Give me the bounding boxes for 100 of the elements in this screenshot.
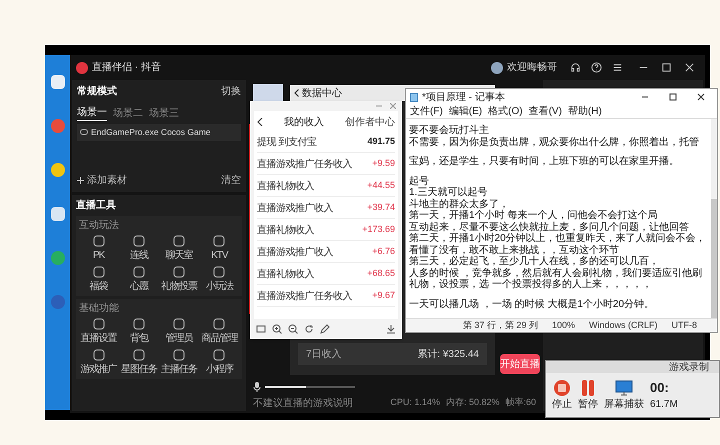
tool-button[interactable]: 小程序 xyxy=(200,349,239,377)
recorder-button[interactable]: 暂停 xyxy=(578,378,598,412)
status-text: 100% xyxy=(552,318,575,332)
user-greeting: 欢迎晦畅哥 xyxy=(507,60,557,75)
text-line: 一天可以播几场 ，一场 的时候 大概是1个小时20分钟。 xyxy=(409,298,656,310)
app-logo-icon xyxy=(76,62,88,74)
stat-text: 内存: 50.82% xyxy=(446,396,500,410)
tool-button[interactable]: 管理员 xyxy=(160,318,199,346)
text-line: 不需要，因为你是负责出牌，观众要你出什么牌，你照着出，托管 xyxy=(409,136,700,148)
monitor-icon[interactable] xyxy=(256,324,266,334)
tool-button[interactable]: 福袋 xyxy=(79,266,118,294)
menu-item[interactable]: 编辑(E) xyxy=(448,104,482,119)
income-row[interactable]: 提现 到支付宝 491.75 xyxy=(257,132,395,153)
close-icon[interactable] xyxy=(697,93,705,101)
desktop-app-icon[interactable] xyxy=(50,75,64,89)
tool-button[interactable]: 主播任务 xyxy=(160,349,199,377)
tool-button[interactable]: 聊天室 xyxy=(160,235,199,263)
status-text: UTF-8 xyxy=(672,318,697,332)
menu-icon[interactable] xyxy=(612,62,623,73)
menu-item[interactable]: 查看(V) xyxy=(528,104,562,119)
tool-button[interactable]: 背包 xyxy=(119,318,158,346)
tool-group-title: 互动玩法 xyxy=(79,218,120,233)
income-amount: +39.74 xyxy=(367,201,395,214)
text-line: 宝妈，还是学生，只要有时间，上班下班的可以在家里开播。 xyxy=(409,156,680,168)
income-amount: +173.69 xyxy=(362,223,395,236)
income-row[interactable]: 直播礼物收入 +68.65 xyxy=(257,264,395,285)
maximize-icon[interactable] xyxy=(669,93,677,101)
income-amount: +9.59 xyxy=(372,157,395,170)
income-label: 7日收入 xyxy=(306,348,342,362)
scene-tab[interactable]: 场景三 xyxy=(149,106,179,120)
stat-text: CPU: 1.14% xyxy=(390,396,440,410)
scrollbar[interactable] xyxy=(711,119,717,318)
tool-icon xyxy=(173,318,186,330)
tool-button[interactable]: 商品管理 xyxy=(200,318,239,346)
recorder-button[interactable]: 屏幕捕获 xyxy=(604,378,644,412)
text-line: 互动起来，尽量不要这么快就拉上麦，多问几个问题，让他回答 xyxy=(409,222,690,232)
back-icon[interactable] xyxy=(294,89,299,97)
income-title: 直播礼物收入 xyxy=(257,224,314,238)
tool-button[interactable]: 心愿 xyxy=(119,266,158,294)
pen-icon[interactable] xyxy=(320,324,330,334)
add-source-button[interactable]: 添加素材 xyxy=(87,173,127,188)
tool-icon xyxy=(92,266,105,278)
creator-center-link[interactable]: 创作者中心 xyxy=(345,114,395,130)
tool-button[interactable]: KTV xyxy=(200,235,239,263)
recorder-button[interactable]: 停止 xyxy=(552,378,572,412)
income-row[interactable]: 直播游戏推广任务收入 +9.59 xyxy=(257,154,395,175)
tool-icon xyxy=(92,318,105,330)
microphone-icon[interactable] xyxy=(253,382,261,392)
pause-icon xyxy=(579,378,597,396)
menu-item[interactable]: 文件(F) xyxy=(410,104,443,119)
income-row[interactable]: 直播游戏推广任务收入 +9.67 xyxy=(257,286,395,307)
zoom-out-icon[interactable] xyxy=(288,324,298,334)
menu-item[interactable]: 帮助(H) xyxy=(568,104,602,119)
tool-button[interactable]: 游戏推广 xyxy=(79,349,118,377)
help-icon[interactable] xyxy=(591,62,602,73)
start-live-button[interactable]: 开始直播 xyxy=(500,354,540,374)
game-notice-link[interactable]: 不建议直播的游戏说明 xyxy=(253,396,353,410)
scene-tab[interactable]: 场景二 xyxy=(113,106,143,120)
tool-icon xyxy=(132,235,145,247)
download-icon[interactable] xyxy=(386,324,396,334)
tool-icon xyxy=(132,349,145,361)
income-total: 累计: ¥325.44 xyxy=(417,348,479,362)
tools-title: 直播工具 xyxy=(76,198,117,213)
file-size: 61.7M xyxy=(650,398,678,412)
income-row[interactable]: 直播游戏推广收入 +39.74 xyxy=(257,198,395,219)
back-icon[interactable] xyxy=(257,118,263,126)
tool-button[interactable]: 星图任务 xyxy=(119,349,158,377)
income-title: 直播游戏推广收入 xyxy=(257,246,333,260)
menu-item[interactable]: 格式(O) xyxy=(488,104,523,119)
tool-button[interactable]: PK xyxy=(79,235,118,263)
text-line: 看懂了没有，敢不敢上来挑战，，互动这个环节 xyxy=(409,244,620,256)
desktop-app-icon[interactable] xyxy=(50,207,64,221)
text-line: 人多的时候 ，竞争就多，然后就有人会刷礼物，我们要适应引他刷 xyxy=(409,268,703,278)
tool-button[interactable]: 礼物投票 xyxy=(160,266,199,294)
tool-button[interactable]: 连线 xyxy=(119,235,158,263)
status-text: 第 37 行，第 29 列 xyxy=(462,318,538,332)
income-amount: +6.76 xyxy=(372,245,395,258)
tool-button[interactable]: 直播设置 xyxy=(79,318,118,346)
income-row[interactable]: 直播礼物收入 +173.69 xyxy=(257,220,395,241)
income-row[interactable]: 直播游戏推广收入 +6.76 xyxy=(257,242,395,263)
headset-icon[interactable] xyxy=(570,62,581,73)
mode-title: 常规模式 xyxy=(77,84,117,99)
avatar-icon[interactable] xyxy=(491,62,503,74)
tool-group-title: 基础功能 xyxy=(79,302,120,316)
switch-button[interactable]: 切换 xyxy=(221,84,241,99)
rotate-icon[interactable] xyxy=(304,324,314,334)
tool-button[interactable]: 小玩法 xyxy=(200,266,239,294)
scene-tab[interactable]: 场景一 xyxy=(77,105,107,121)
zoom-in-icon[interactable] xyxy=(272,324,282,334)
clear-button[interactable]: 清空 xyxy=(221,173,241,188)
income-title: 直播礼物收入 xyxy=(257,268,314,282)
status-text: Windows (CRLF) xyxy=(588,318,658,332)
tool-icon xyxy=(173,266,186,278)
source-item[interactable]: EndGamePro.exe Cocos Game xyxy=(77,124,241,141)
recording-time: 00: xyxy=(650,378,670,397)
tool-icon xyxy=(213,349,226,361)
plus-icon[interactable] xyxy=(77,177,84,184)
tool-icon xyxy=(132,266,145,278)
data-center-title[interactable]: 数据中心 xyxy=(302,86,342,100)
income-row[interactable]: 直播礼物收入 +44.55 xyxy=(257,176,395,197)
